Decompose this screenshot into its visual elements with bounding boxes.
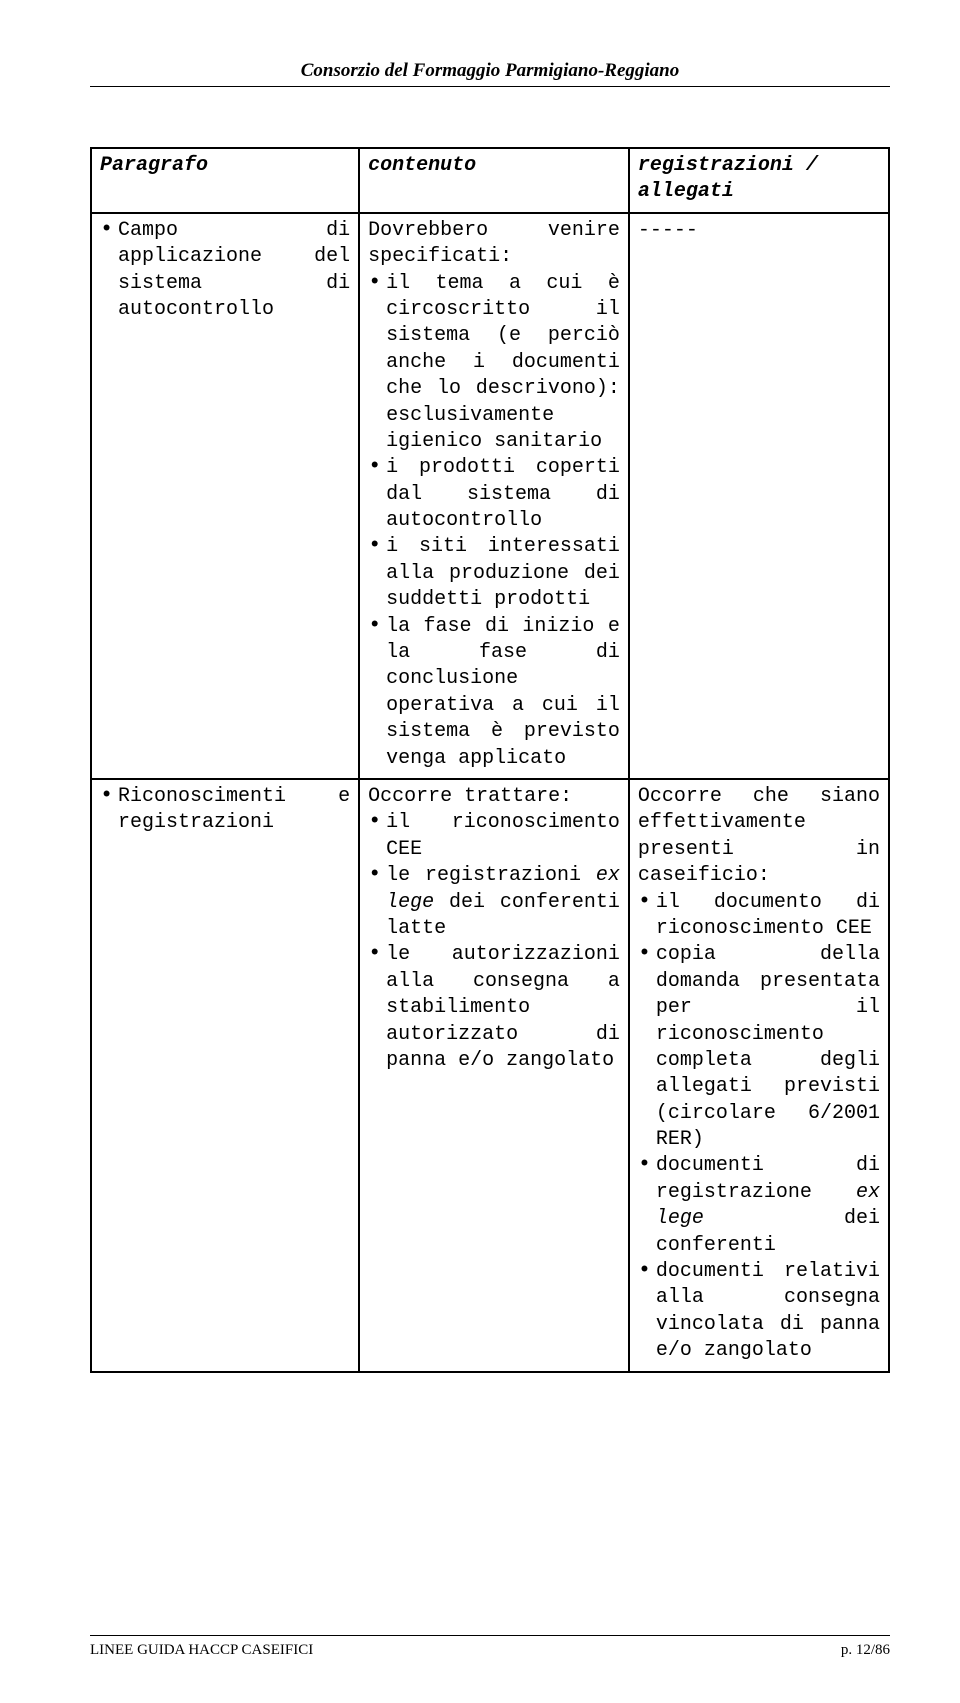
content-lead: Occorre trattare: xyxy=(368,784,620,810)
reg-item: il documento di riconoscimento CEE xyxy=(638,890,880,943)
content-text: le registrazioni xyxy=(386,864,596,887)
table-header-row: Paragrafo contenuto registrazioni / alle… xyxy=(91,148,889,213)
reg-item: copia della domanda presentata per il ri… xyxy=(638,942,880,1153)
reg-text: documenti di registrazione xyxy=(656,1154,880,1203)
content-item: i prodotti coperti dal sistema di autoco… xyxy=(368,455,620,534)
content-item: le registrazioni ex lege dei conferenti … xyxy=(368,863,620,942)
content-item: le autorizzazioni alla consegna a stabil… xyxy=(368,942,620,1074)
paragraph-item: Riconoscimenti e registrazioni xyxy=(100,784,350,837)
table-row: Campo di applicazione del sistema di aut… xyxy=(91,213,889,779)
paragraph-item: Campo di applicazione del sistema di aut… xyxy=(100,218,350,324)
content-item: il tema a cui è circoscritto il sistema … xyxy=(368,271,620,456)
footer-left: LINEE GUIDA HACCP CASEIFICI xyxy=(90,1642,313,1659)
reg-text: copia della domanda presentata per il ri… xyxy=(656,943,880,1151)
cell-content: Dovrebbero venire specificati: il tema a… xyxy=(359,213,629,779)
page-footer: LINEE GUIDA HACCP CASEIFICI p. 12/86 xyxy=(90,1635,890,1659)
cell-paragraph: Riconoscimenti e registrazioni xyxy=(91,779,359,1372)
th-registrazioni: registrazioni / allegati xyxy=(629,148,889,213)
page-header: Consorzio del Formaggio Parmigiano-Reggi… xyxy=(90,60,890,82)
header-rule xyxy=(90,86,890,87)
cell-reg: Occorre che siano effettivamente present… xyxy=(629,779,889,1372)
reg-text: il documento di riconoscimento CEE xyxy=(656,891,880,940)
content-lead: Dovrebbero venire specificati: xyxy=(368,218,620,271)
reg-text: ----- xyxy=(638,218,880,244)
main-table: Paragrafo contenuto registrazioni / alle… xyxy=(90,147,890,1373)
reg-lead: Occorre che siano effettivamente present… xyxy=(638,784,880,890)
reg-item: documenti di registrazione ex lege dei c… xyxy=(638,1153,880,1259)
cell-reg: ----- xyxy=(629,213,889,779)
paragraph-text: Riconoscimenti e registrazioni xyxy=(118,785,350,834)
footer-rule xyxy=(90,1635,890,1636)
th-contenuto: contenuto xyxy=(359,148,629,213)
reg-text: documenti relativi alla consegna vincola… xyxy=(656,1260,880,1362)
table-row: Riconoscimenti e registrazioni Occorre t… xyxy=(91,779,889,1372)
cell-content: Occorre trattare: il riconoscimento CEE … xyxy=(359,779,629,1372)
footer-right: p. 12/86 xyxy=(841,1642,890,1659)
content-item: i siti interessati alla produzione dei s… xyxy=(368,534,620,613)
content-item: la fase di inizio e la fase di conclusio… xyxy=(368,614,620,772)
reg-item: documenti relativi alla consegna vincola… xyxy=(638,1259,880,1365)
cell-paragraph: Campo di applicazione del sistema di aut… xyxy=(91,213,359,779)
th-paragrafo: Paragrafo xyxy=(91,148,359,213)
content-text: le autorizzazioni alla consegna a stabil… xyxy=(386,943,620,1072)
content-text: il riconoscimento CEE xyxy=(386,811,620,860)
content-item: il riconoscimento CEE xyxy=(368,810,620,863)
